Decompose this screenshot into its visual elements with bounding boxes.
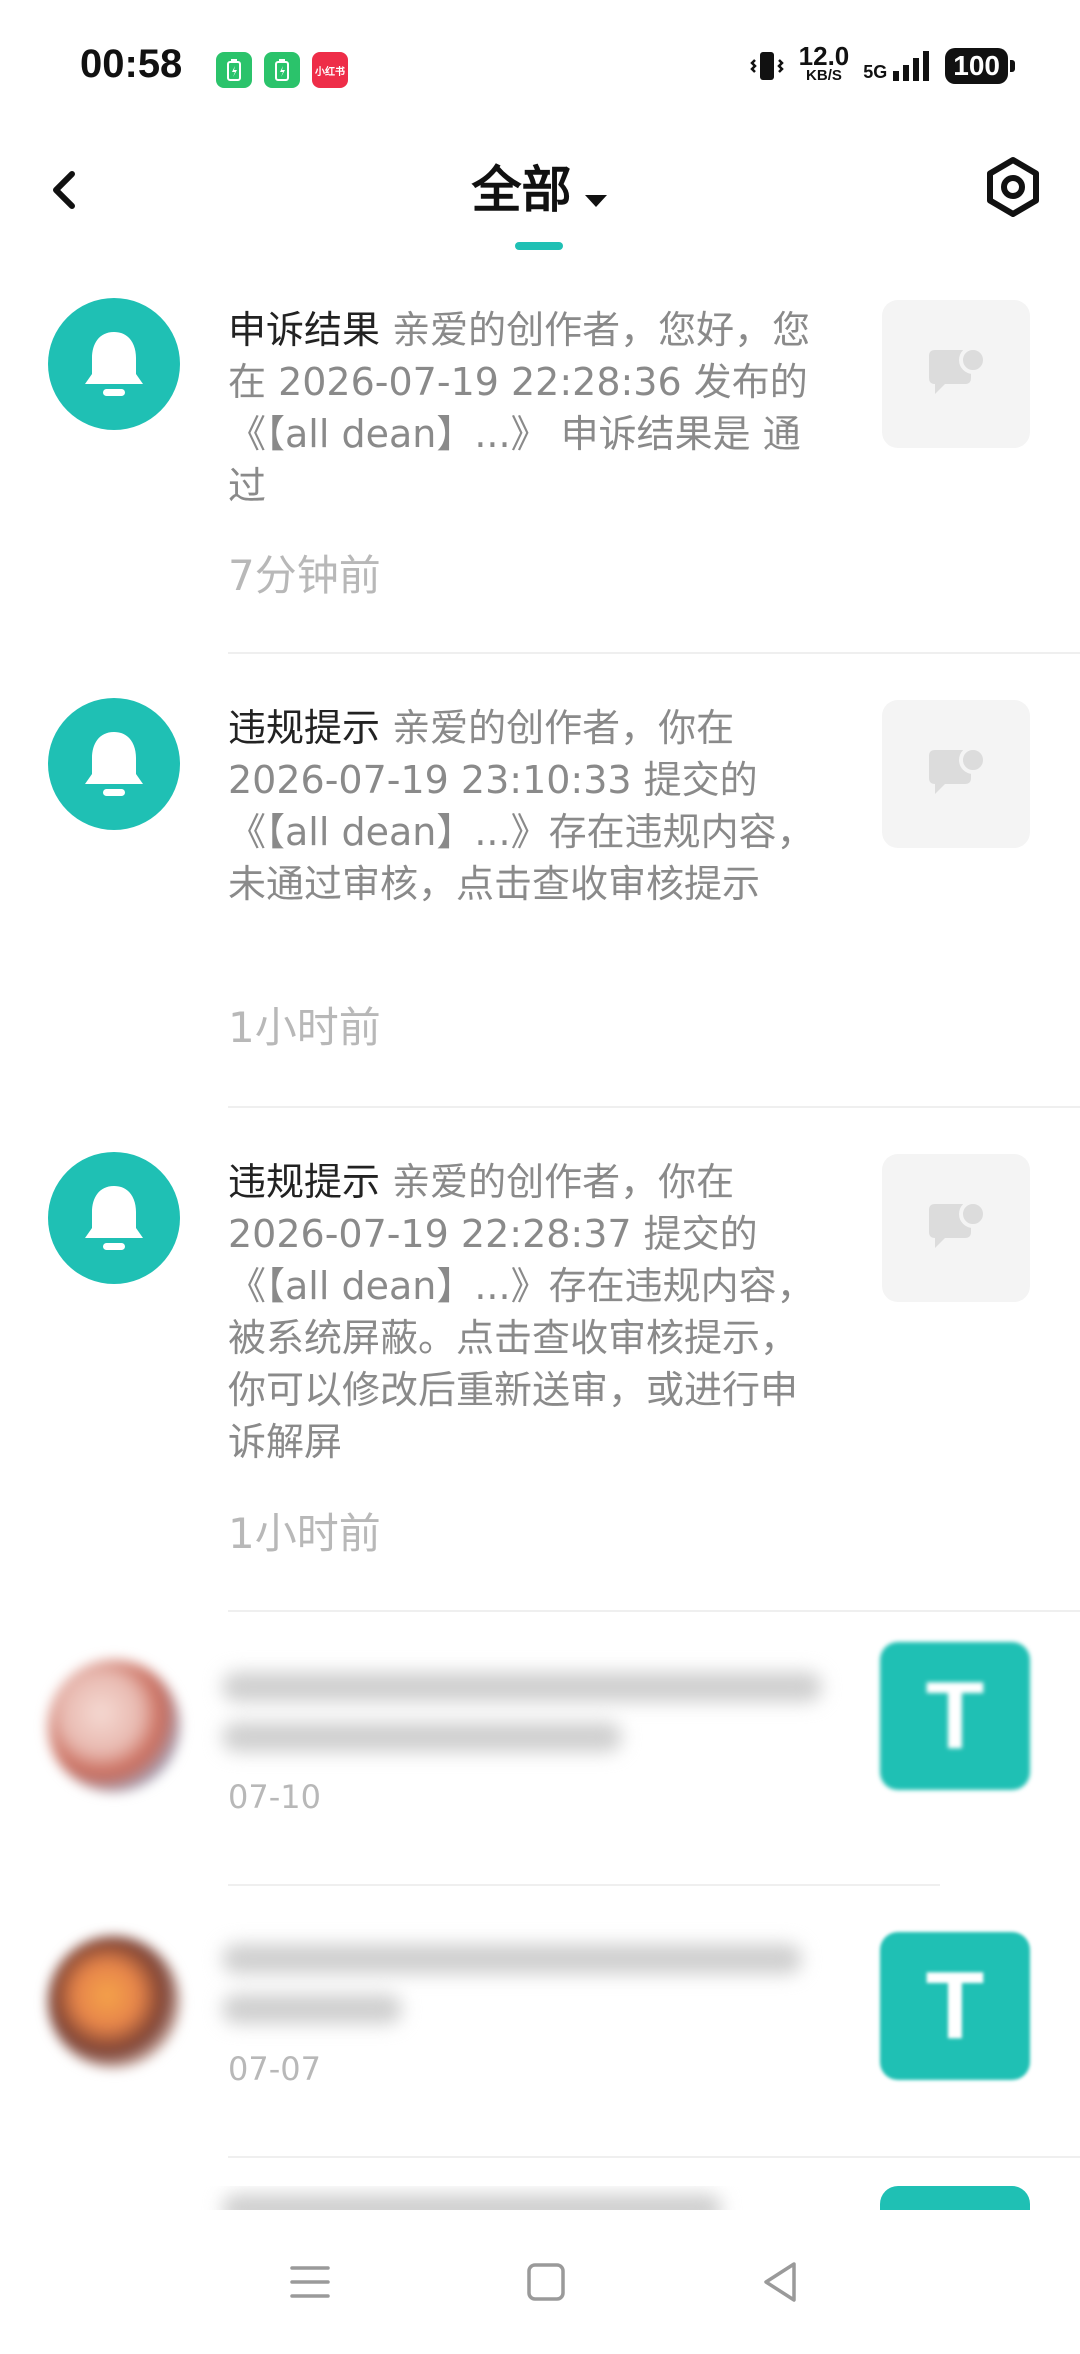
comment-icon (929, 746, 987, 794)
divider (228, 2156, 1080, 2158)
divider (228, 1884, 940, 1886)
triangle-back-icon (764, 2262, 796, 2302)
divider (228, 1610, 1080, 1612)
notification-time: 1小时前 (228, 1509, 381, 1558)
status-app-icons: 小红书 (216, 52, 348, 88)
charging-icon (264, 52, 300, 88)
back-nav-button[interactable] (748, 2250, 812, 2314)
battery-indicator: 100 (945, 48, 1015, 84)
network-type: 5G (863, 62, 887, 83)
bell-avatar (48, 1152, 180, 1284)
net-speed-unit: KB/S (806, 67, 842, 84)
bell-icon (85, 1186, 143, 1250)
caret-down-icon (583, 192, 609, 214)
battery-saver-icon (216, 52, 252, 88)
net-speed: 12.0 KB/S (799, 43, 850, 86)
divider (228, 652, 1080, 654)
notification-kind: 申诉结果 (228, 308, 381, 352)
text-thumbnail: T (880, 1932, 1030, 2080)
system-nav-bar (0, 2210, 1080, 2354)
blurred-text (222, 1994, 402, 2024)
thumbnail-letter: T (925, 1952, 985, 2059)
notification-item[interactable]: 申诉结果 亲爱的创作者，您好，您在 2026-07-19 22:28:36 发布… (0, 280, 1080, 654)
notification-item[interactable]: 违规提示 亲爱的创作者，你在 2026-07-19 22:28:37 提交的《【… (0, 1136, 1080, 1612)
home-square-icon (527, 2263, 565, 2301)
vibrate-icon (749, 52, 784, 80)
bell-icon (85, 732, 143, 796)
thumbnail-letter: T (925, 1662, 985, 1769)
menu-button[interactable] (278, 2250, 342, 2314)
settings-icon (987, 157, 1039, 217)
blurred-text (222, 1944, 802, 1974)
message-thumbnail (882, 300, 1030, 448)
title-dropdown[interactable]: 全部 (0, 150, 1080, 222)
status-indicators: 12.0 KB/S 5G 100 (749, 43, 1015, 86)
message-thumbnail (882, 700, 1030, 848)
page-title: 全部 (471, 161, 572, 219)
comment-icon (929, 346, 987, 394)
notification-message: 违规提示 亲爱的创作者，你在 2026-07-19 23:10:33 提交的《【… (228, 702, 828, 910)
divider (228, 1106, 1080, 1108)
notification-kind: 违规提示 (228, 1160, 381, 1204)
notification-kind: 违规提示 (228, 706, 381, 750)
page-header: 全部 (0, 140, 1080, 260)
notification-item[interactable]: 违规提示 亲爱的创作者，你在 2026-07-19 23:10:33 提交的《【… (0, 682, 1080, 1108)
network-label: 5G (863, 62, 888, 82)
blurred-text (222, 1672, 822, 1702)
bell-icon (85, 332, 143, 396)
xiaohongshu-icon: 小红书 (312, 52, 348, 88)
bell-avatar (48, 698, 180, 830)
notification-time: 7分钟前 (228, 551, 381, 600)
user-avatar (48, 1936, 180, 2068)
text-thumbnail: T (880, 1642, 1030, 1790)
status-bar: 00:58 小红书 12.0 KB/S 5G 100 (0, 0, 1080, 130)
signal-icon (893, 51, 930, 81)
notification-message: 申诉结果 亲爱的创作者，您好，您在 2026-07-19 22:28:36 发布… (228, 304, 828, 512)
notification-text: 亲爱的创作者，你在 2026-07-19 22:28:37 提交的《【all d… (228, 1160, 815, 1464)
blurred-notification-item[interactable]: 07-10 T (0, 1642, 1080, 1886)
signal-group: 5G (863, 49, 931, 83)
bell-avatar (48, 298, 180, 430)
notification-message: 违规提示 亲爱的创作者，你在 2026-07-19 22:28:37 提交的《【… (228, 1156, 828, 1468)
user-avatar (48, 1660, 180, 1792)
status-time: 00:58 (80, 42, 183, 86)
title-underline (515, 242, 563, 250)
message-thumbnail (882, 1154, 1030, 1302)
blurred-notification-item[interactable]: 07-07 T (0, 1914, 1080, 2158)
comment-icon (929, 1200, 987, 1248)
blurred-text (222, 1722, 622, 1752)
notification-date: 07-10 (228, 1778, 321, 1816)
notification-date: 07-07 (228, 2050, 321, 2088)
notification-time: 1小时前 (228, 1003, 381, 1052)
home-button[interactable] (514, 2250, 578, 2314)
settings-button[interactable] (980, 154, 1046, 220)
menu-icon (290, 2266, 330, 2298)
